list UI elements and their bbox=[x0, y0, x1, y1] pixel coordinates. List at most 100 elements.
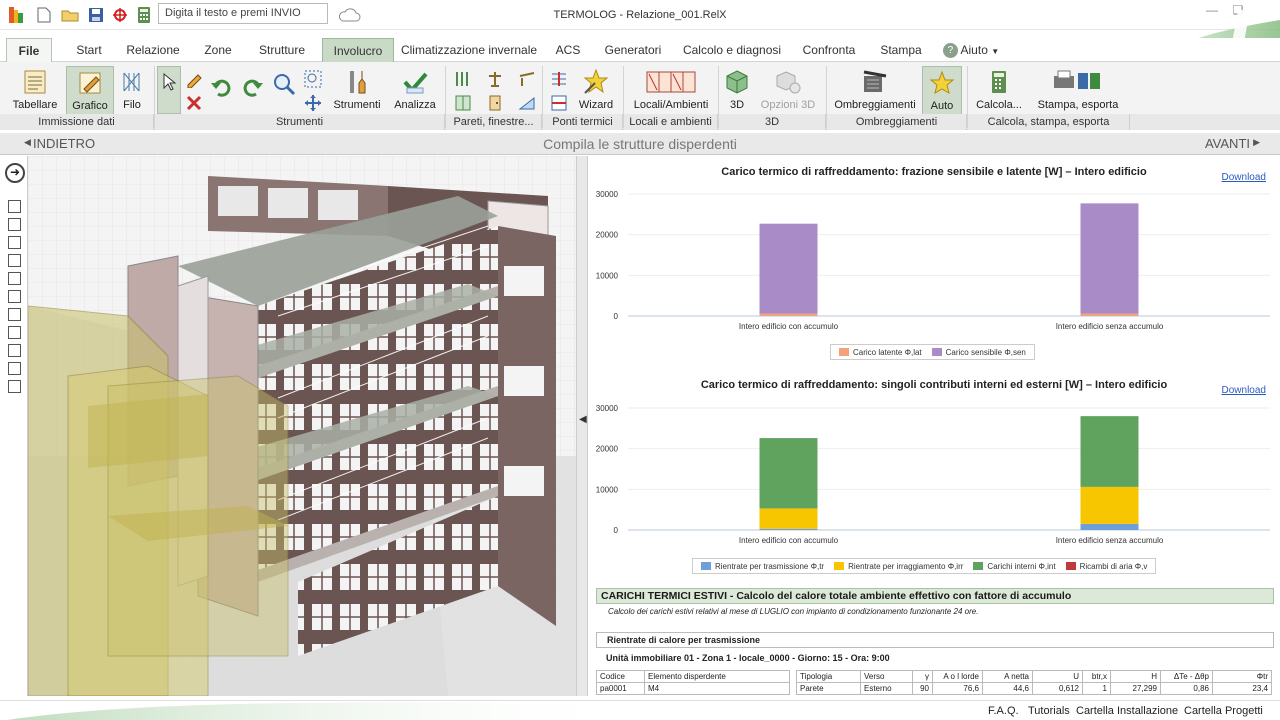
report-subsection-title: Rientrate di calore per trasmissione bbox=[596, 632, 1274, 648]
thermal-bridge-list-icon[interactable] bbox=[550, 94, 568, 112]
layer-checkbox[interactable] bbox=[8, 290, 21, 303]
layer-checkbox[interactable] bbox=[8, 272, 21, 285]
chart2-download-link[interactable]: Download bbox=[1222, 385, 1266, 396]
calcola-button[interactable]: Calcola... bbox=[972, 66, 1026, 116]
grafico-button[interactable]: Grafico bbox=[66, 66, 114, 116]
shading-icon bbox=[861, 68, 889, 96]
bar-segment[interactable] bbox=[759, 313, 818, 316]
bar-segment[interactable] bbox=[759, 223, 818, 314]
star-wizard-icon bbox=[582, 68, 610, 96]
wizard-label: Wizard bbox=[578, 99, 614, 111]
open-folder-icon[interactable] bbox=[60, 5, 80, 25]
zoom-icon[interactable] bbox=[272, 72, 296, 96]
bar-segment[interactable] bbox=[759, 528, 818, 530]
3d-building-view[interactable] bbox=[28, 156, 576, 696]
search-input[interactable]: Digita il testo e premi INVIO bbox=[158, 3, 328, 24]
save-icon[interactable] bbox=[86, 5, 106, 25]
layer-checkbox[interactable] bbox=[8, 254, 21, 267]
layer-checkbox[interactable] bbox=[8, 344, 21, 357]
tools-icon bbox=[343, 68, 371, 96]
calculator-icon[interactable] bbox=[134, 5, 154, 25]
tab-file[interactable]: File bbox=[6, 38, 52, 62]
zoom-window-icon[interactable] bbox=[304, 70, 322, 88]
bar-segment[interactable] bbox=[1080, 203, 1139, 314]
back-button[interactable]: INDIETRO bbox=[33, 136, 95, 151]
bar-segment[interactable] bbox=[1080, 313, 1139, 316]
tab-aiuto[interactable]: ? Aiuto ▼ bbox=[936, 38, 1006, 62]
tab-acs[interactable]: ACS bbox=[548, 38, 588, 62]
table-header-cell: btr,x bbox=[1082, 670, 1111, 683]
filo-button[interactable]: Filo bbox=[118, 66, 146, 116]
layer-checkbox[interactable] bbox=[8, 200, 21, 213]
3d-view-button[interactable]: 3D bbox=[722, 66, 752, 116]
select-cursor-button[interactable] bbox=[157, 66, 181, 114]
panel-splitter[interactable]: ◀ bbox=[576, 156, 588, 696]
collapse-arrow-icon[interactable]: ◀ bbox=[579, 414, 587, 425]
cloud-icon[interactable] bbox=[336, 5, 362, 25]
arrow-left-icon: ◀ bbox=[24, 137, 31, 147]
forward-button[interactable]: AVANTI bbox=[1205, 136, 1250, 151]
tab-zone[interactable]: Zone bbox=[196, 38, 240, 62]
report-panel: Carico termico di raffreddamento: frazio… bbox=[588, 156, 1280, 696]
tab-start[interactable]: Start bbox=[66, 38, 112, 62]
pillar-icon[interactable] bbox=[486, 70, 504, 88]
undo-icon[interactable] bbox=[210, 76, 232, 98]
pencil-icon[interactable] bbox=[185, 70, 203, 89]
layer-checkbox[interactable] bbox=[8, 218, 21, 231]
bar-segment[interactable] bbox=[759, 508, 818, 529]
bar-segment[interactable] bbox=[1080, 523, 1139, 530]
group-ponti-termici: Ponti termici bbox=[543, 114, 623, 130]
thermal-bridge-icon[interactable] bbox=[550, 70, 568, 88]
tab-strutture[interactable]: Strutture bbox=[252, 38, 312, 62]
auto-shading-button[interactable]: Auto bbox=[922, 66, 962, 116]
chart1-download-link[interactable]: Download bbox=[1222, 172, 1266, 183]
install-folder-link[interactable]: Cartella Installazione bbox=[1076, 705, 1178, 717]
projects-folder-link[interactable]: Cartella Progetti bbox=[1184, 705, 1263, 717]
wall-icon[interactable] bbox=[454, 70, 472, 88]
arrow-circle-right-icon[interactable]: ➜ bbox=[5, 163, 25, 183]
wizard-nav-bar: ◀ INDIETRO Compila le strutture disperde… bbox=[0, 133, 1280, 155]
tab-involucro[interactable]: Involucro bbox=[322, 38, 394, 62]
layer-checkbox[interactable] bbox=[8, 236, 21, 249]
beam-icon[interactable] bbox=[518, 70, 536, 88]
pan-move-icon[interactable] bbox=[304, 94, 322, 112]
group-3d: 3D bbox=[719, 114, 826, 130]
layer-checkbox[interactable] bbox=[8, 380, 21, 393]
delete-x-icon[interactable] bbox=[185, 94, 203, 112]
tabellare-button[interactable]: Tabellare bbox=[8, 66, 62, 116]
door-icon[interactable] bbox=[486, 94, 504, 112]
target-icon[interactable] bbox=[110, 5, 130, 25]
group-calcola-stampa: Calcola, stampa, esporta bbox=[968, 114, 1130, 130]
window-element-icon[interactable] bbox=[454, 94, 472, 112]
faq-link[interactable]: F.A.Q. bbox=[988, 705, 1019, 717]
tab-relazione[interactable]: Relazione bbox=[122, 38, 184, 62]
analizza-button[interactable]: Analizza bbox=[390, 66, 440, 116]
stampa-esporta-button[interactable]: Stampa, esporta bbox=[1034, 66, 1122, 116]
app-logo-icon[interactable] bbox=[6, 5, 26, 25]
layer-checkbox[interactable] bbox=[8, 362, 21, 375]
chart1-plot: 0 10000 20000 30000 Intero edificio con accu… bbox=[596, 190, 1270, 331]
wizard-button[interactable]: Wizard bbox=[574, 66, 618, 116]
bar-segment[interactable] bbox=[1080, 486, 1139, 524]
new-file-icon[interactable] bbox=[34, 5, 54, 25]
tab-stampa[interactable]: Stampa bbox=[872, 38, 930, 62]
tab-climatizzazione-invernale[interactable]: Climatizzazione invernale bbox=[400, 38, 538, 62]
tutorials-link[interactable]: Tutorials bbox=[1028, 705, 1070, 717]
y-tick-label: 10000 bbox=[596, 485, 619, 494]
layer-checkbox[interactable] bbox=[8, 308, 21, 321]
opzioni-3d-button[interactable]: Opzioni 3D bbox=[758, 66, 818, 116]
ombreggiamenti-button[interactable]: Ombreggiamenti bbox=[832, 66, 918, 116]
bar-segment[interactable] bbox=[1080, 416, 1139, 487]
strumenti-button[interactable]: Strumenti bbox=[330, 66, 384, 116]
bar-segment[interactable] bbox=[759, 438, 818, 509]
wireframe-icon bbox=[118, 68, 146, 96]
tabellare-label: Tabellare bbox=[12, 99, 58, 111]
roof-icon[interactable] bbox=[518, 94, 536, 112]
redo-icon[interactable] bbox=[242, 76, 264, 98]
locali-ambienti-button[interactable]: Locali/Ambienti bbox=[630, 66, 712, 116]
tab-confronta[interactable]: Confronta bbox=[796, 38, 862, 62]
layer-checkbox[interactable] bbox=[8, 326, 21, 339]
x-category-label: Intero edificio senza accumulo bbox=[1056, 536, 1164, 545]
tab-generatori[interactable]: Generatori bbox=[598, 38, 668, 62]
tab-calcolo-e-diagnosi[interactable]: Calcolo e diagnosi bbox=[680, 38, 784, 62]
